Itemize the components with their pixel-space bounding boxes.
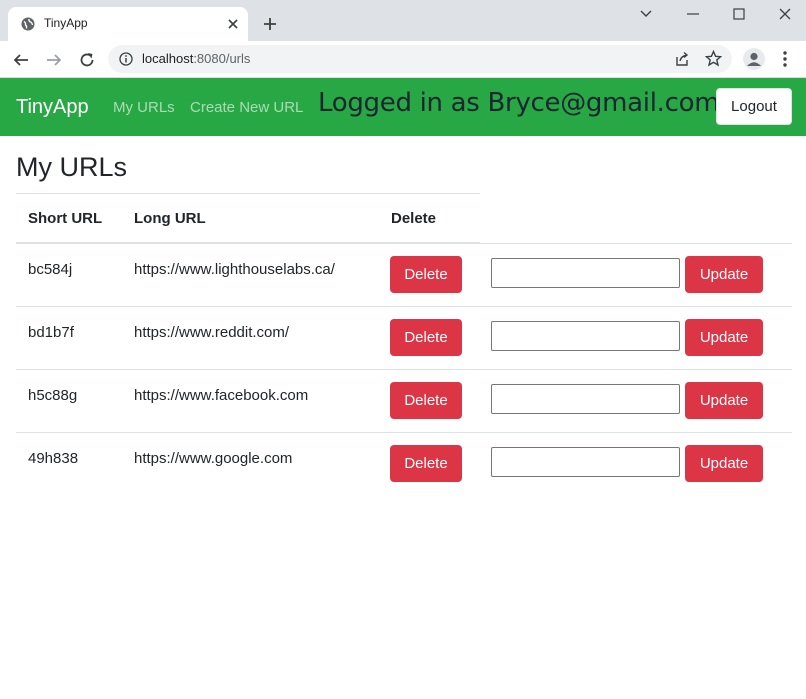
url-host: localhost bbox=[142, 51, 194, 66]
logout-button[interactable]: Logout bbox=[716, 88, 792, 125]
close-icon[interactable] bbox=[226, 17, 240, 31]
browser-tab-strip: TinyApp bbox=[0, 0, 806, 41]
info-icon[interactable] bbox=[119, 52, 133, 66]
delete-button[interactable]: Delete bbox=[390, 256, 462, 293]
header-delete: Delete bbox=[391, 210, 437, 227]
reload-icon[interactable] bbox=[78, 51, 96, 69]
nav-link-my-urls[interactable]: My URLs bbox=[113, 99, 175, 116]
minimize-icon[interactable] bbox=[685, 6, 701, 22]
delete-button[interactable]: Delete bbox=[390, 319, 462, 356]
globe-icon bbox=[21, 17, 35, 31]
long-url-cell: https://www.facebook.com bbox=[134, 387, 309, 404]
update-button[interactable]: Update bbox=[685, 319, 763, 356]
new-long-url-input[interactable] bbox=[491, 258, 680, 288]
brand-link[interactable]: TinyApp bbox=[16, 96, 89, 119]
delete-button[interactable]: Delete bbox=[390, 382, 462, 419]
url-path: :8080/urls bbox=[193, 51, 251, 66]
long-url-cell: https://www.lighthouselabs.ca/ bbox=[134, 261, 335, 278]
delete-button[interactable]: Delete bbox=[390, 445, 462, 482]
table-row: 49h838 https://www.google.com Delete Upd… bbox=[0, 432, 806, 495]
share-icon[interactable] bbox=[674, 51, 690, 67]
nav-link-create-new-url[interactable]: Create New URL bbox=[190, 99, 303, 116]
new-long-url-input[interactable] bbox=[491, 384, 680, 414]
browser-toolbar: localhost:8080/urls bbox=[0, 41, 806, 78]
header-long-url: Long URL bbox=[134, 210, 206, 227]
table-top-rule bbox=[16, 193, 480, 194]
short-url-cell: bd1b7f bbox=[28, 324, 74, 341]
star-icon[interactable] bbox=[705, 50, 722, 67]
tab-title: TinyApp bbox=[44, 16, 88, 30]
url-text[interactable]: localhost:8080/urls bbox=[142, 51, 250, 66]
browser-tab[interactable]: TinyApp bbox=[8, 7, 248, 41]
logged-in-status: Logged in as Bryce@gmail.com bbox=[318, 88, 720, 118]
maximize-icon[interactable] bbox=[731, 6, 747, 22]
table-row: bc584j https://www.lighthouselabs.ca/ De… bbox=[0, 243, 806, 306]
chevron-down-icon[interactable] bbox=[638, 6, 654, 22]
app-navbar: TinyApp My URLs Create New URL Logged in… bbox=[0, 78, 806, 136]
page-title: My URLs bbox=[16, 152, 128, 182]
short-url-cell: 49h838 bbox=[28, 450, 79, 467]
profile-icon[interactable] bbox=[743, 48, 765, 70]
new-long-url-input[interactable] bbox=[491, 321, 680, 351]
long-url-cell: https://www.reddit.com/ bbox=[134, 324, 290, 341]
update-button[interactable]: Update bbox=[685, 382, 763, 419]
address-bar[interactable]: localhost:8080/urls bbox=[108, 45, 732, 73]
plus-icon[interactable] bbox=[262, 16, 278, 32]
short-url-cell: bc584j bbox=[28, 261, 73, 278]
long-url-cell: https://www.google.com bbox=[134, 450, 293, 467]
table-row: bd1b7f https://www.reddit.com/ Delete Up… bbox=[0, 306, 806, 369]
forward-arrow-icon[interactable] bbox=[45, 51, 63, 69]
window-close-icon[interactable] bbox=[777, 6, 793, 22]
new-long-url-input[interactable] bbox=[491, 447, 680, 477]
update-button[interactable]: Update bbox=[685, 256, 763, 293]
update-button[interactable]: Update bbox=[685, 445, 763, 482]
back-arrow-icon[interactable] bbox=[12, 51, 30, 69]
table-row: h5c88g https://www.facebook.com Delete U… bbox=[0, 369, 806, 432]
menu-dots-icon[interactable] bbox=[781, 50, 789, 68]
avatar bbox=[747, 52, 761, 66]
header-short-url: Short URL bbox=[28, 210, 103, 227]
short-url-cell: h5c88g bbox=[28, 387, 78, 404]
